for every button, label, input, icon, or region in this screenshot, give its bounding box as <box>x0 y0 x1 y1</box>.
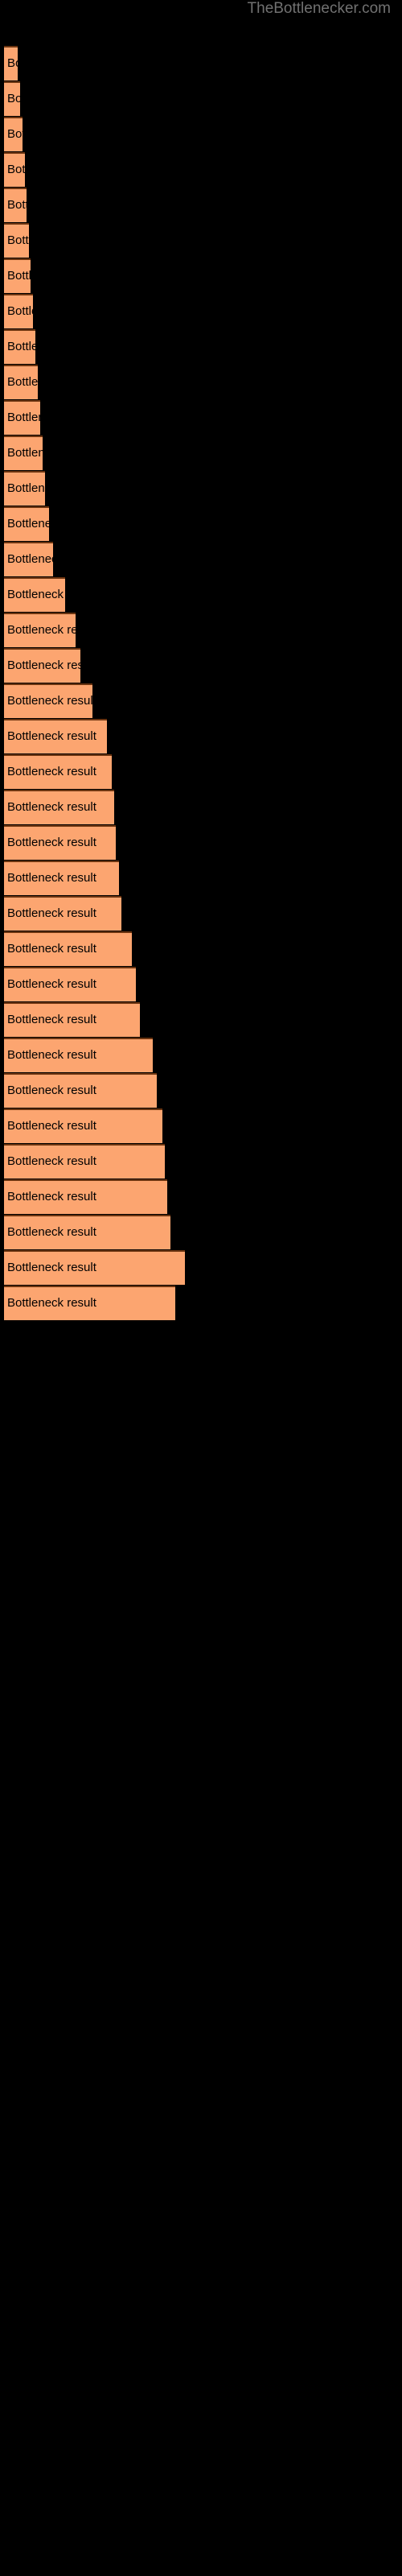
bar <box>4 931 132 966</box>
bar <box>4 1002 140 1037</box>
bar-row: Bottleneck result <box>4 825 116 860</box>
bar-row: Bottleneck result <box>4 258 31 293</box>
bar <box>4 1215 170 1249</box>
bar <box>4 719 107 753</box>
bar <box>4 223 29 258</box>
bar-row: Bottleneck result <box>4 471 45 506</box>
bar <box>4 1108 162 1143</box>
bar-row: Bottleneck result <box>4 436 43 470</box>
bar-row: Bottleneck result <box>4 365 38 399</box>
bar-row: Bottleneck result <box>4 1286 175 1320</box>
bar-row: Bottleneck result <box>4 223 29 258</box>
bar-row: Bottleneck result <box>4 1179 167 1214</box>
bar <box>4 683 92 718</box>
bar-row: Bottleneck result <box>4 294 33 328</box>
bar-row: Bottleneck result <box>4 1073 157 1108</box>
bar-row: Bottleneck result <box>4 152 25 187</box>
bar <box>4 471 45 506</box>
bar-row: Bottleneck result <box>4 329 35 364</box>
bar-row: Bottleneck result <box>4 1144 165 1179</box>
bar-row: Bottleneck result <box>4 506 49 541</box>
bar-row: Bottleneck result <box>4 117 23 151</box>
bar <box>4 754 112 789</box>
bar <box>4 152 25 187</box>
bar <box>4 81 20 116</box>
bar-row: Bottleneck result <box>4 683 92 718</box>
bar-row: Bottleneck result <box>4 400 40 435</box>
bar <box>4 258 31 293</box>
bar-row: Bottleneck result <box>4 613 76 647</box>
bar-row: Bottleneck result <box>4 861 119 895</box>
bar <box>4 861 119 895</box>
bar-row: Bottleneck result <box>4 967 136 1001</box>
bar <box>4 188 27 222</box>
bar <box>4 294 33 328</box>
bar <box>4 967 136 1001</box>
bar <box>4 613 76 647</box>
bar-row: Bottleneck result <box>4 1108 162 1143</box>
bar <box>4 1144 165 1179</box>
bar <box>4 577 65 612</box>
bar-row: Bottleneck result <box>4 577 65 612</box>
bar <box>4 117 23 151</box>
bar <box>4 825 116 860</box>
bar-row: Bottleneck result <box>4 1002 140 1037</box>
horizontal-bar-chart: Bottleneck resultBottleneck resultBottle… <box>0 0 402 2576</box>
bar-row: Bottleneck result <box>4 188 27 222</box>
bar-row: Bottleneck result <box>4 1250 185 1285</box>
bar-row: Bottleneck result <box>4 648 80 683</box>
bar <box>4 400 40 435</box>
bar-row: Bottleneck result <box>4 46 18 80</box>
bar <box>4 790 114 824</box>
bar <box>4 896 121 931</box>
bar-row: Bottleneck result <box>4 81 20 116</box>
bar-row: Bottleneck result <box>4 931 132 966</box>
bar-row: Bottleneck result <box>4 790 114 824</box>
bar <box>4 365 38 399</box>
bar-row: Bottleneck result <box>4 754 112 789</box>
bar <box>4 436 43 470</box>
bar-row: Bottleneck result <box>4 1038 153 1072</box>
bar <box>4 542 53 576</box>
bar <box>4 1073 157 1108</box>
bar <box>4 329 35 364</box>
bar <box>4 506 49 541</box>
bar <box>4 648 80 683</box>
bar <box>4 1038 153 1072</box>
bar <box>4 1179 167 1214</box>
bar <box>4 46 18 80</box>
bar-row: Bottleneck result <box>4 1215 170 1249</box>
bar-row: Bottleneck result <box>4 542 53 576</box>
bar <box>4 1250 185 1285</box>
bar-row: Bottleneck result <box>4 896 121 931</box>
bar-row: Bottleneck result <box>4 719 107 753</box>
bar <box>4 1286 175 1320</box>
